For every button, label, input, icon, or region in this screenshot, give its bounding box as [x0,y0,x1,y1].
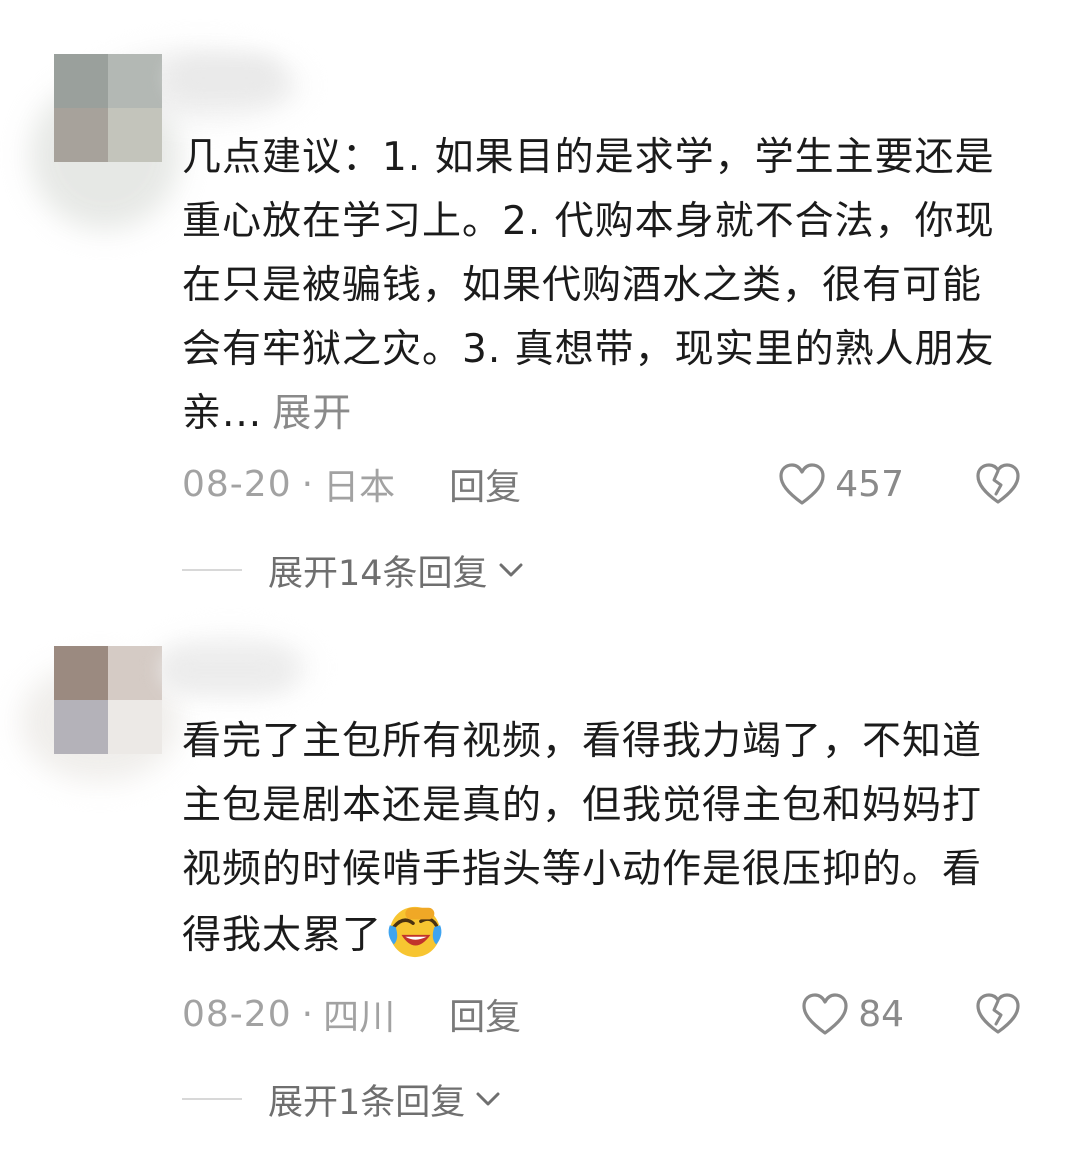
crying-laughing-emoji [388,906,442,958]
like-count: 457 [835,463,904,505]
comment-date: 08-20 [182,463,292,505]
comment-location: 四川 [323,997,396,1038]
broken-heart-icon[interactable] [974,460,1022,508]
comment-text: 看完了主包所有视频，看得我力竭了，不知道主包是剧本还是真的，但我觉得主包和妈妈打… [182,719,983,958]
chevron-down-icon [476,1092,500,1106]
separator-dot: · [301,463,314,505]
heart-outline-icon [779,463,825,505]
broken-heart-icon[interactable] [974,990,1022,1038]
reply-button[interactable]: 回复 [449,988,521,1040]
comment-meta: 08-20 · 四川 回复 84 [182,984,1022,1044]
like-button[interactable]: 457 [777,454,904,514]
like-button[interactable]: 84 [800,984,904,1044]
like-count: 84 [858,993,904,1035]
expand-replies-button[interactable]: 展开14条回复 [182,545,526,595]
divider-line [182,1098,242,1100]
expand-replies-label: 展开1条回复 [268,1082,466,1123]
separator-dot: · [301,993,314,1035]
username[interactable] [162,650,292,690]
comment-meta: 08-20 · 日本 回复 457 [182,454,1022,514]
divider-line [182,569,242,571]
heart-outline-icon [802,993,848,1035]
comment-date: 08-20 [182,993,292,1035]
expand-text-button[interactable]: 展开 [272,391,352,436]
comment-location: 日本 [323,467,396,508]
username[interactable] [170,58,280,98]
reply-button[interactable]: 回复 [449,458,521,510]
expand-replies-button[interactable]: 展开1条回复 [182,1074,503,1124]
comment-text: 几点建议：1. 如果目的是求学，学生主要还是重心放在学习上。2. 代购本身就不合… [182,135,995,436]
chevron-down-icon [499,563,523,577]
comment-list: 几点建议：1. 如果目的是求学，学生主要还是重心放在学习上。2. 代购本身就不合… [0,0,1080,1160]
expand-replies-label: 展开14条回复 [268,553,488,594]
